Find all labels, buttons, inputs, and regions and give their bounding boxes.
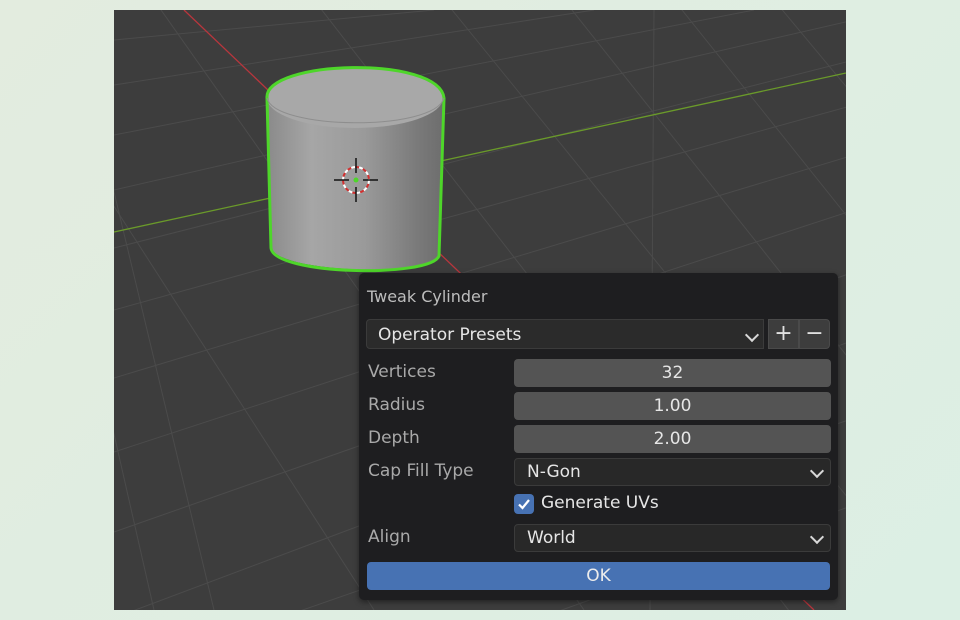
cap-fill-type-value: N-Gon xyxy=(527,462,581,482)
operator-presets-label: Operator Presets xyxy=(378,325,522,345)
cap-fill-type-dropdown[interactable]: N-Gon xyxy=(514,458,831,486)
chevron-down-icon xyxy=(809,463,825,479)
align-dropdown[interactable]: World xyxy=(514,524,831,552)
cap-fill-type-label: Cap Fill Type xyxy=(368,461,474,481)
chevron-down-icon xyxy=(809,529,825,545)
operator-presets-dropdown[interactable]: Operator Presets xyxy=(366,319,764,349)
tweak-cylinder-panel: Tweak Cylinder Operator Presets + − Vert… xyxy=(359,273,838,600)
generate-uvs-label: Generate UVs xyxy=(541,493,659,513)
align-label: Align xyxy=(368,527,411,547)
align-value: World xyxy=(527,528,576,548)
radius-field[interactable]: 1.00 xyxy=(514,392,831,420)
remove-preset-button[interactable]: − xyxy=(799,319,830,349)
depth-field[interactable]: 2.00 xyxy=(514,425,831,453)
chevron-down-icon xyxy=(744,327,760,343)
ok-button[interactable]: OK xyxy=(367,562,830,590)
radius-label: Radius xyxy=(368,395,426,415)
add-preset-button[interactable]: + xyxy=(768,319,799,349)
checkbox-checked-icon xyxy=(514,494,534,514)
operator-presets-row: Operator Presets + − xyxy=(366,319,830,349)
vertices-label: Vertices xyxy=(368,362,436,382)
panel-title: Tweak Cylinder xyxy=(367,287,488,306)
depth-label: Depth xyxy=(368,428,420,448)
vertices-field[interactable]: 32 xyxy=(514,359,831,387)
